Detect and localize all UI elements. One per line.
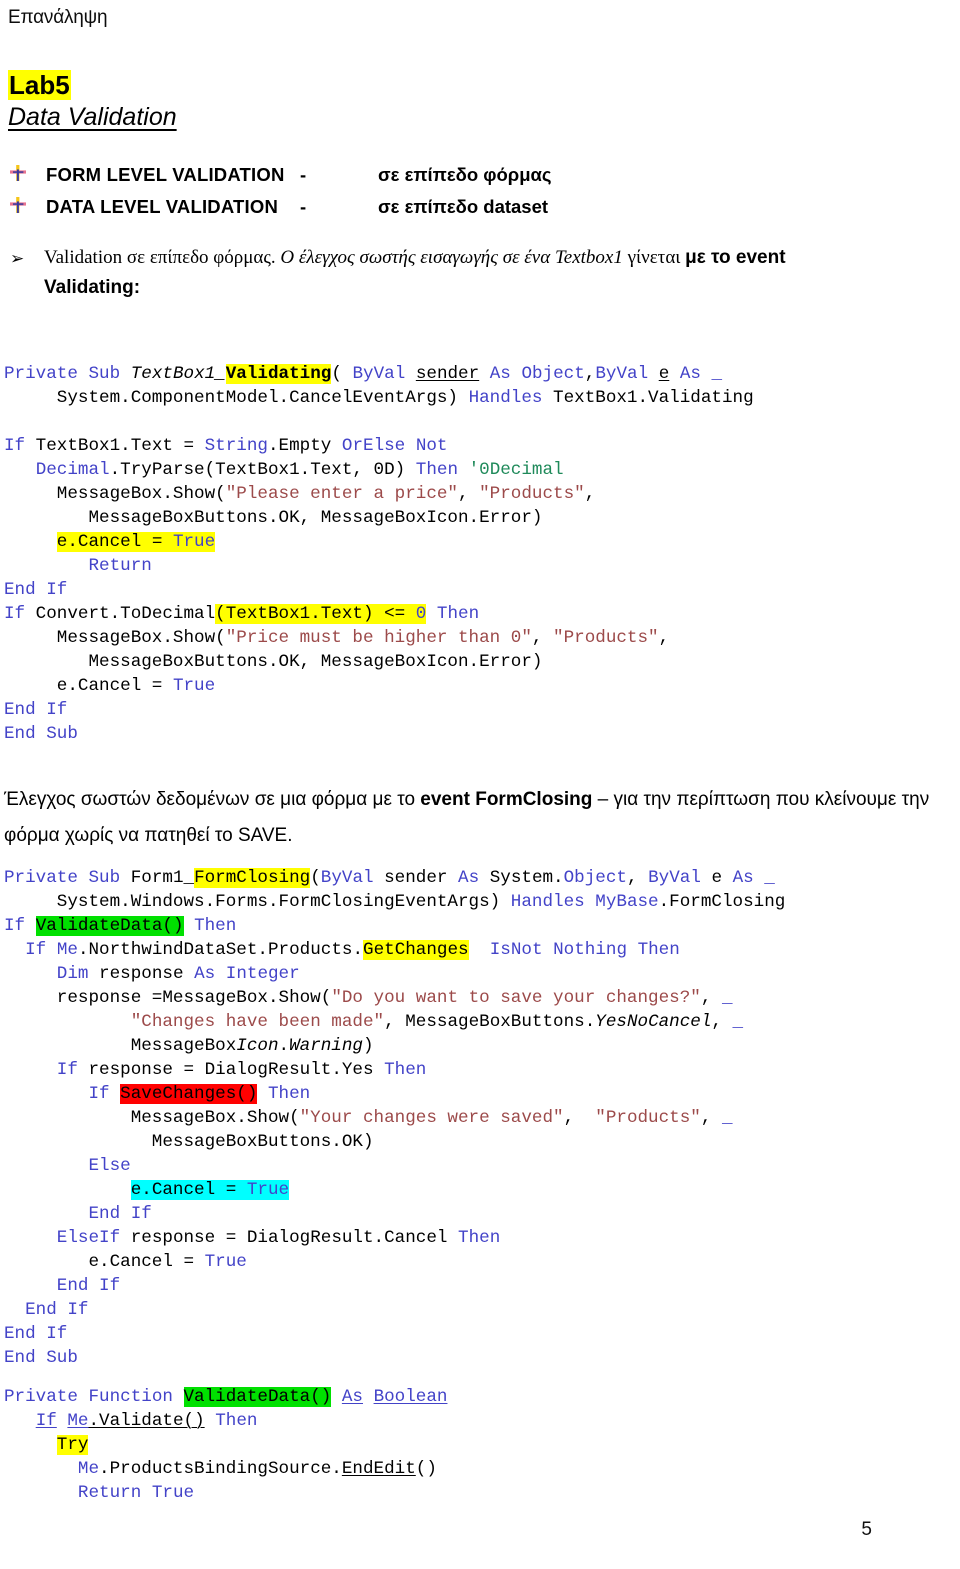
paragraph-line-2: Validating: — [44, 277, 141, 298]
bullet-label: FORM LEVEL VALIDATION — [46, 164, 285, 185]
code-block-validating: Private Sub TextBox1_Validating( ByVal s… — [4, 364, 754, 744]
paragraph-line-1: Validation σε επίπεδο φόρμας. Ο έλεγχος … — [44, 244, 960, 272]
cross-bullet-icon — [10, 197, 26, 213]
bullet-description: σε επίπεδο dataset — [378, 196, 549, 217]
bullet-dash: - — [300, 164, 307, 185]
formclosing-intro-paragraph: Έλεγχος σωστών δεδομένων σε μια φόρμα με… — [4, 782, 954, 854]
bullet-description: σε επίπεδο φόρμας — [378, 164, 552, 185]
paragraph-italic-text-2: γίνεται — [622, 247, 686, 268]
bullet-dash: - — [300, 196, 307, 217]
page-number: 5 — [861, 1519, 872, 1540]
paragraph-italic-text: Ο έλεγχος σωστής εισαγωγής σε ένα Textbo… — [275, 247, 623, 268]
code-block-validatedata: Private Function ValidateData() As Boole… — [4, 1387, 448, 1503]
paragraph-bold-text: με το event — [685, 247, 786, 268]
lab-title-text: Lab5 — [8, 70, 71, 100]
list-item: FORM LEVEL VALIDATION - σε επίπεδο φόρμα… — [0, 160, 960, 192]
running-header: Επανάληψη — [8, 7, 108, 28]
page-title: Lab5 — [8, 70, 71, 100]
page-subtitle: Data Validation — [8, 103, 177, 131]
paragraph-plain-text: Validation σε επίπεδο φόρμας. — [44, 247, 276, 268]
bullet-label: DATA LEVEL VALIDATION — [46, 196, 279, 217]
validation-bullet-list: FORM LEVEL VALIDATION - σε επίπεδο φόρμα… — [0, 160, 960, 224]
document-page: Επανάληψη Lab5 Data Validation FORM LEVE… — [0, 0, 960, 1569]
list-item: DATA LEVEL VALIDATION - σε επίπεδο datas… — [0, 192, 960, 224]
para2-before: Έλεγχος σωστών δεδομένων σε μια φόρμα με… — [4, 789, 421, 810]
cross-bullet-icon — [10, 165, 26, 181]
code-block-formclosing: Private Sub Form1_FormClosing(ByVal send… — [4, 868, 786, 1368]
para2-bold: event FormClosing — [420, 789, 593, 810]
arrow-bullet-icon: ➢ — [10, 249, 25, 269]
